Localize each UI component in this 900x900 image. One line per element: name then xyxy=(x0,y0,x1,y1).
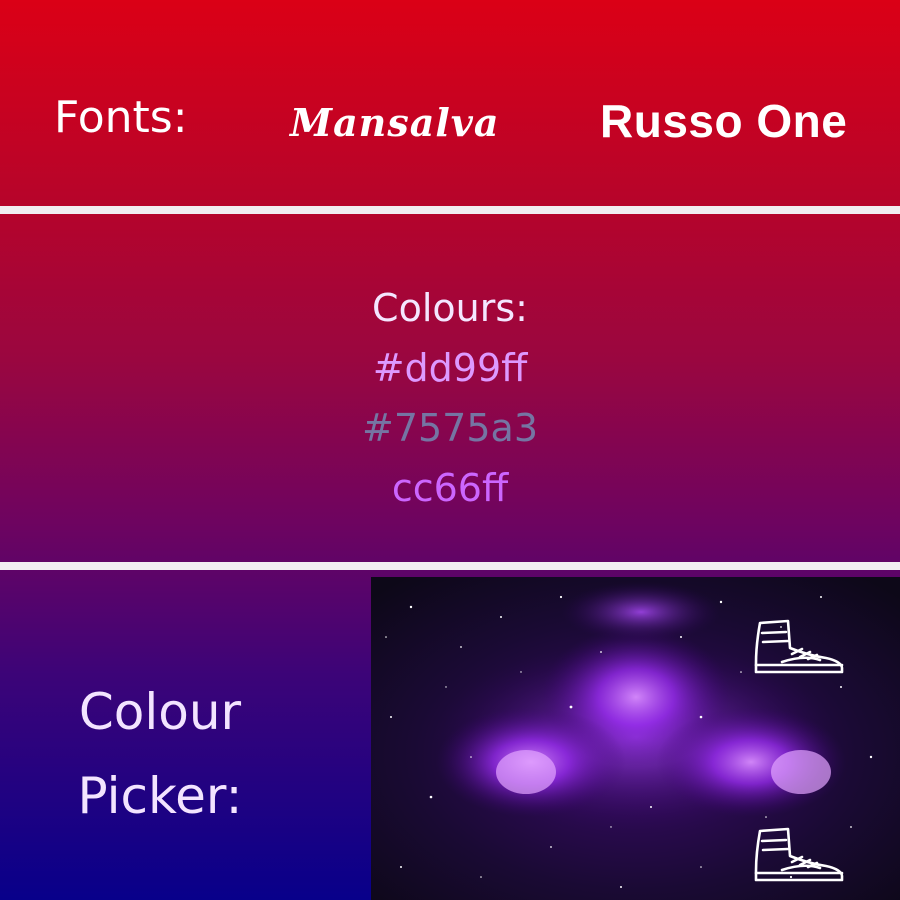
font-sample-russo-one: Russo One xyxy=(600,95,848,147)
colours-label: Colours: xyxy=(372,286,528,330)
nebula-right-flare xyxy=(771,750,831,794)
sneaker-icon xyxy=(754,827,844,882)
fonts-label: Fonts: xyxy=(54,92,188,143)
colour-picker-label-line1: Colour xyxy=(78,683,242,741)
sneaker-icon xyxy=(754,619,844,674)
colour-swatch-2: #7575a3 xyxy=(361,406,538,450)
moodboard: Fonts: Mansalva Russo One Colours: #dd99… xyxy=(0,0,900,900)
colours-section: Colours: #dd99ff #7575a3 cc66ff xyxy=(0,278,900,518)
font-sample-mansalva: Mansalva xyxy=(290,100,500,145)
nebula-top xyxy=(561,582,721,642)
colour-swatch-1: #dd99ff xyxy=(372,346,528,390)
nebula-left-flare xyxy=(496,750,556,794)
colour-picker-label: Colour Picker: xyxy=(60,670,260,838)
colour-picker-label-line2: Picker: xyxy=(77,767,243,825)
colour-swatch-3: cc66ff xyxy=(391,466,509,510)
section-divider-bottom xyxy=(0,562,900,570)
section-divider-top xyxy=(0,206,900,214)
